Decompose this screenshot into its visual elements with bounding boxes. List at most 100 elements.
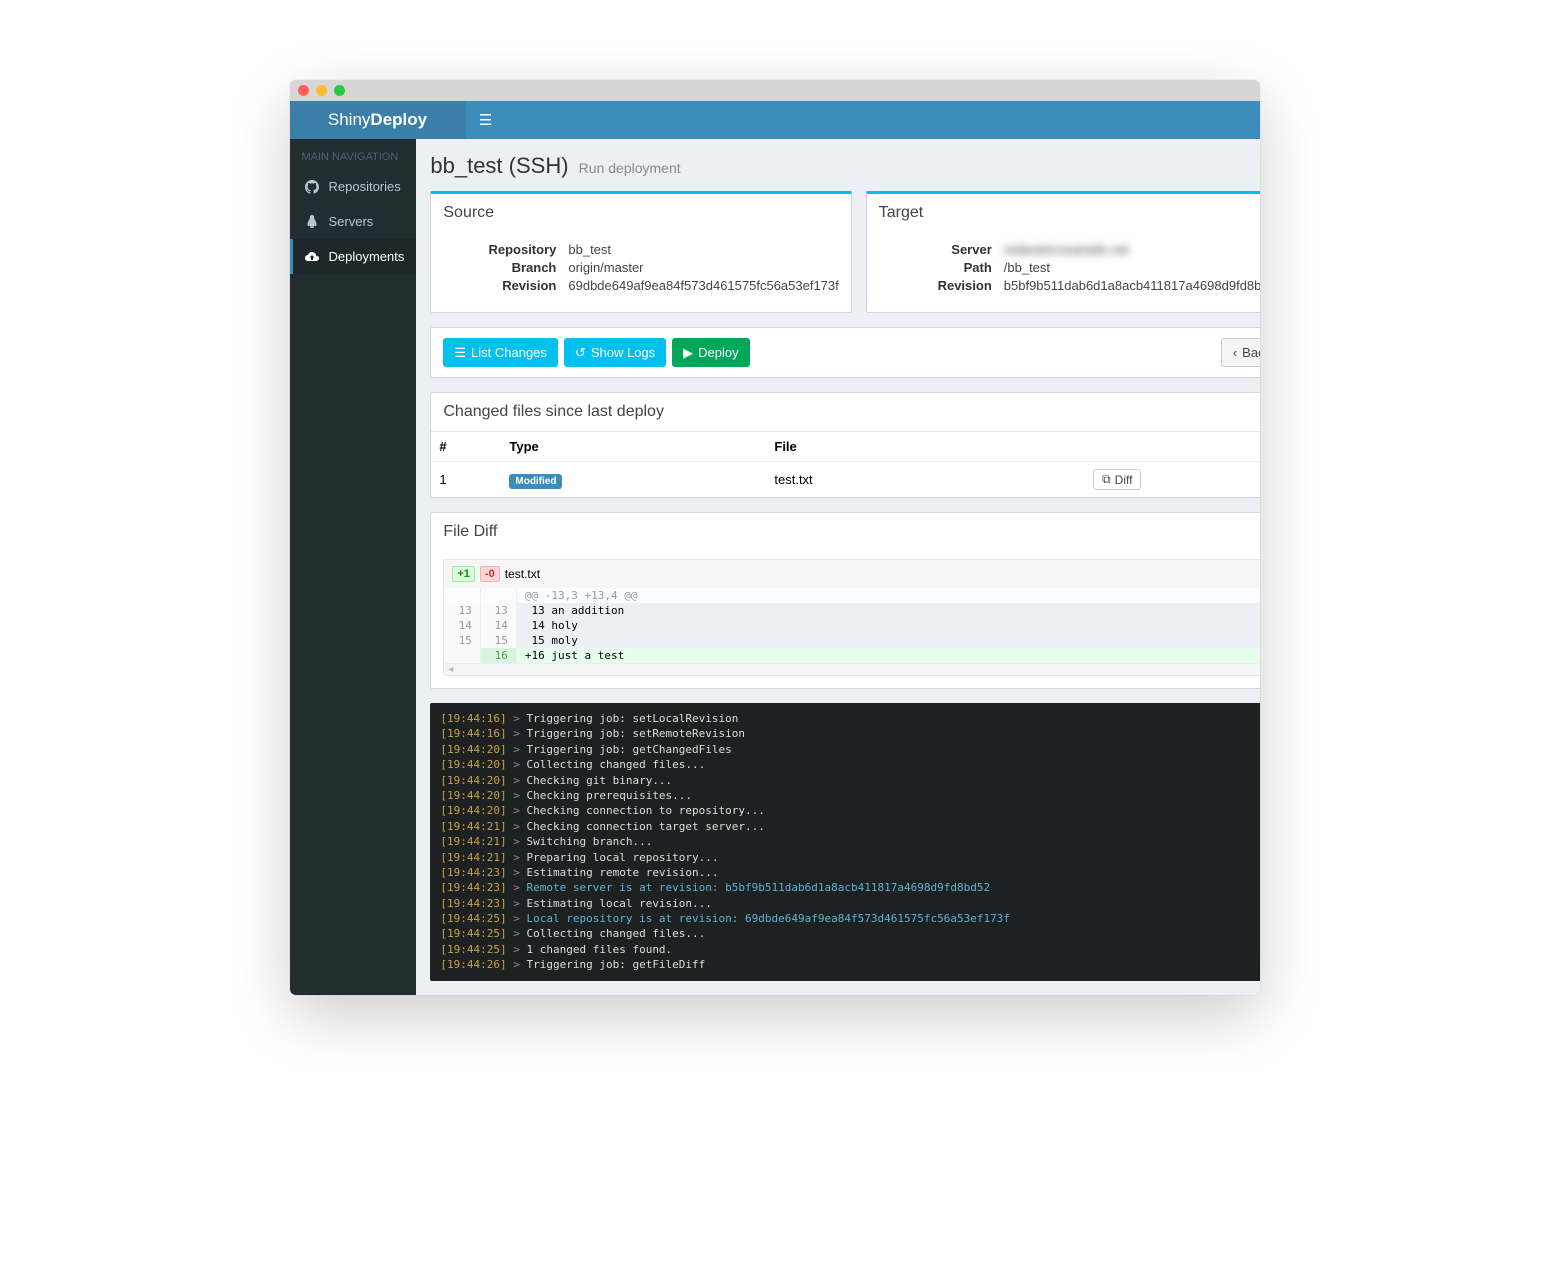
value-target-revision: b5bf9b511dab6d1a8acb411817a4698d9fd8bd52 [1004, 278, 1260, 293]
diff-line: 15 moly [516, 633, 1259, 648]
file-diff-box: File Diff ✕ +1 -0 test.txt @@ -13,3 +13,… [430, 512, 1259, 689]
sidebar-item-repositories[interactable]: Repositories [290, 169, 417, 204]
main-body: MAIN NAVIGATION Repositories Servers Dep… [290, 139, 1260, 995]
changed-files-table: # Type File 1Modifiedtest.txt⧉ Diff [431, 431, 1259, 497]
list-icon: ☰ [454, 345, 466, 361]
content-area: bb_test (SSH) Run deployment Source Repo… [416, 139, 1259, 995]
diff-oldline: 13 [444, 603, 480, 618]
diff-newline: 16 [480, 648, 516, 663]
diff-filename: test.txt [505, 567, 540, 581]
log-line: [19:44:20] > Checking prerequisites... [440, 788, 1259, 803]
list-changes-label: List Changes [471, 345, 547, 360]
top-bar: ShinyDeploy ☰ [290, 101, 1260, 139]
type-badge: Modified [509, 474, 562, 489]
diff-oldline: 14 [444, 618, 480, 633]
close-window-icon[interactable] [298, 85, 309, 96]
diff-button[interactable]: ⧉ Diff [1093, 469, 1141, 490]
diff-hunk-header: @@ -13,3 +13,4 @@ [516, 588, 1259, 603]
diff-del-count: -0 [480, 566, 500, 582]
action-toolbar: ☰ List Changes ↺ Show Logs ▶ Deploy ‹ Back [430, 327, 1259, 378]
mac-titlebar [290, 80, 1260, 101]
diff-line: 14 holy [516, 618, 1259, 633]
diff-oldline [444, 648, 480, 663]
log-line: [19:44:25] > Collecting changed files... [440, 926, 1259, 941]
sidebar: MAIN NAVIGATION Repositories Servers Dep… [290, 139, 417, 995]
log-terminal: [19:44:16] > Triggering job: setLocalRev… [430, 703, 1259, 981]
target-heading: Target [867, 194, 1260, 232]
log-line: [19:44:23] > Estimating remote revision.… [440, 865, 1259, 880]
value-repository: bb_test [568, 242, 611, 257]
label-target-revision: Revision [879, 278, 1004, 293]
page-title-text: bb_test (SSH) [430, 153, 568, 178]
linux-icon [305, 215, 319, 229]
page-subtitle: Run deployment [579, 160, 681, 176]
row-file: test.txt [766, 462, 1085, 498]
log-line: [19:44:21] > Switching branch... [440, 834, 1259, 849]
maximize-window-icon[interactable] [334, 85, 345, 96]
log-line: [19:44:20] > Checking git binary... [440, 773, 1259, 788]
value-path: /bb_test [1004, 260, 1050, 275]
play-icon: ▶ [683, 345, 693, 361]
back-label: Back [1242, 345, 1259, 360]
diff-add-count: +1 [452, 566, 475, 582]
diff-scrollbar[interactable]: ◂▸ [444, 663, 1259, 675]
nav-header: MAIN NAVIGATION [290, 139, 417, 169]
log-line: [19:44:16] > Triggering job: setRemoteRe… [440, 726, 1259, 741]
diff-newline: 15 [480, 633, 516, 648]
value-server: redacted.example.net [1004, 242, 1129, 257]
diff-line: 13 an addition [516, 603, 1259, 618]
sidebar-item-deployments[interactable]: Deployments [290, 239, 417, 274]
deploy-label: Deploy [698, 345, 738, 360]
log-line: [19:44:20] > Checking connection to repo… [440, 803, 1259, 818]
log-line: [19:44:25] > 1 changed files found. [440, 942, 1259, 957]
value-source-revision: 69dbde649af9ea84f573d461575fc56a53ef173f [568, 278, 838, 293]
label-repository: Repository [443, 242, 568, 257]
log-line: [19:44:21] > Preparing local repository.… [440, 850, 1259, 865]
page-title: bb_test (SSH) Run deployment [430, 153, 1259, 179]
log-line: [19:44:20] > Collecting changed files... [440, 757, 1259, 772]
github-icon [305, 180, 319, 194]
log-line: [19:44:21] > Checking connection target … [440, 819, 1259, 834]
target-card: Target Serverredacted.example.net Path/b… [866, 191, 1260, 313]
table-row: 1 Modified test.txt ⧉ Diff [431, 462, 1259, 498]
show-logs-button[interactable]: ↺ Show Logs [564, 338, 666, 367]
sidebar-toggle[interactable]: ☰ [466, 101, 506, 139]
log-line: [19:44:25] > Local repository is at revi… [440, 911, 1259, 926]
diff-newline: 13 [480, 603, 516, 618]
source-heading: Source [431, 194, 850, 232]
brand-bold: Deploy [370, 110, 427, 130]
diff-line: +16 just a test [516, 648, 1259, 663]
label-branch: Branch [443, 260, 568, 275]
menu-icon: ☰ [479, 111, 492, 129]
label-server: Server [879, 242, 1004, 257]
diff-oldline: 15 [444, 633, 480, 648]
diff-newline: 14 [480, 618, 516, 633]
source-card: Source Repositorybb_test Branchorigin/ma… [430, 191, 851, 313]
changed-files-box: Changed files since last deploy ✕ # Type… [430, 392, 1259, 498]
row-num: 1 [431, 462, 501, 498]
cloud-upload-icon [305, 251, 319, 263]
log-line: [19:44:23] > Remote server is at revisio… [440, 880, 1259, 895]
sidebar-item-servers[interactable]: Servers [290, 204, 417, 239]
app-window: ShinyDeploy ☰ MAIN NAVIGATION Repositori… [290, 80, 1260, 995]
changed-heading: Changed files since last deploy [443, 403, 664, 421]
brand[interactable]: ShinyDeploy [290, 101, 466, 139]
sidebar-item-label: Deployments [329, 249, 405, 264]
col-num: # [431, 432, 501, 462]
sidebar-item-label: Servers [329, 214, 374, 229]
diff-table: @@ -13,3 +13,4 @@1313 13 an addition1414… [444, 588, 1259, 663]
minimize-window-icon[interactable] [316, 85, 327, 96]
history-icon: ↺ [575, 345, 586, 361]
back-button[interactable]: ‹ Back [1221, 338, 1260, 367]
log-line: [19:44:26] > Triggering job: getFileDiff [440, 957, 1259, 972]
sidebar-item-label: Repositories [329, 179, 401, 194]
filediff-heading: File Diff [443, 523, 497, 541]
chevron-left-icon: ‹ [1233, 345, 1237, 360]
show-logs-label: Show Logs [591, 345, 655, 360]
list-changes-button[interactable]: ☰ List Changes [443, 338, 558, 367]
label-path: Path [879, 260, 1004, 275]
diff-file: +1 -0 test.txt @@ -13,3 +13,4 @@1313 13 … [443, 559, 1259, 676]
log-line: [19:44:16] > Triggering job: setLocalRev… [440, 711, 1259, 726]
brand-light: Shiny [328, 110, 371, 130]
deploy-button[interactable]: ▶ Deploy [672, 338, 749, 367]
